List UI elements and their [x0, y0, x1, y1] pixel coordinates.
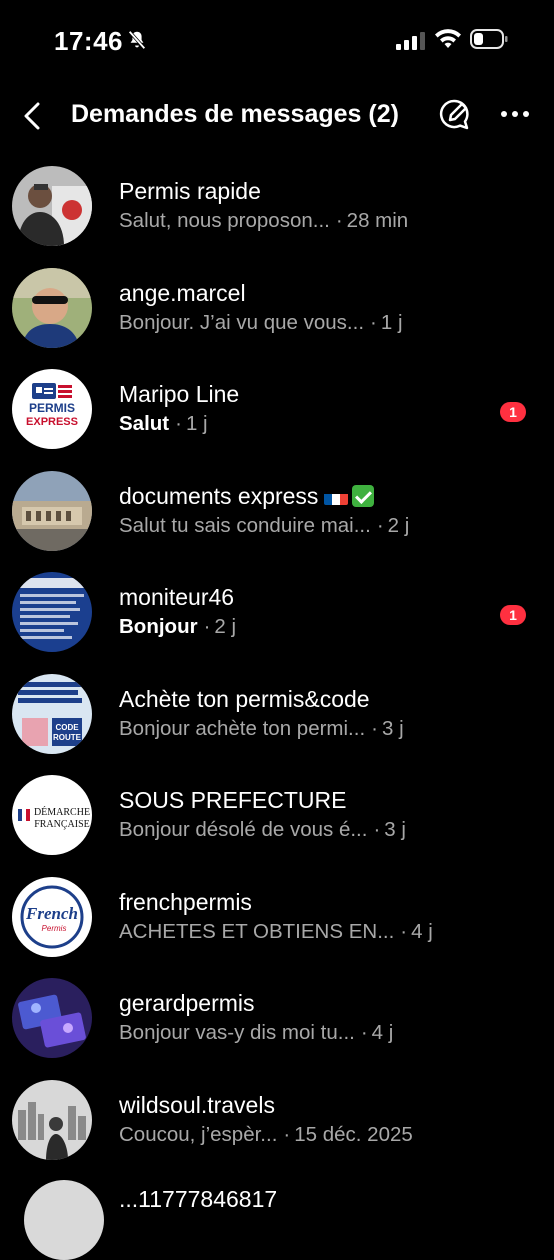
signal-icon [396, 32, 425, 50]
message-preview: ACHETES ET OBTIENS EN... [119, 919, 395, 943]
timestamp: 3 j [384, 818, 406, 841]
avatar [12, 267, 92, 348]
avatar [12, 978, 92, 1058]
france-flag-icon [324, 488, 349, 505]
avatar [12, 166, 92, 246]
request-name: SOUS PREFECTURE [119, 787, 347, 813]
unread-badge: 1 [500, 605, 526, 625]
compose-icon[interactable] [436, 96, 472, 134]
message-requests-list: Permis rapide Salut, nous proposon... · 28… [0, 154, 554, 1169]
avatar-text: Permis [42, 924, 67, 933]
battery-icon [470, 29, 508, 49]
avatar: DÉMARCHE FRANÇAISE [12, 775, 92, 855]
timestamp: 2 j [214, 615, 237, 638]
avatar-text: PERMIS [29, 401, 75, 415]
timestamp: 2 j [387, 513, 410, 537]
message-preview: Bonjour vas-y dis moi tu... [119, 1021, 355, 1044]
avatar-text: EXPRESS [26, 416, 78, 428]
request-name: ange.marcel [119, 279, 246, 306]
request-name: Achète ton permis&code [119, 685, 370, 712]
request-row[interactable]: wildsoul.travels Coucou, j’espèr... · 15 d… [0, 1068, 554, 1170]
request-row[interactable]: ange.marcel Bonjour. J’ai vu que vous...… [0, 256, 554, 358]
avatar [12, 470, 92, 551]
avatar-text: CODE [55, 723, 79, 732]
timestamp: 4 j [371, 1021, 394, 1044]
request-row[interactable]: French Permis frenchpermis ACHETES ET OB… [0, 865, 554, 967]
request-name: moniteur46 [119, 584, 235, 610]
avatar: PERMIS EXPRESS [12, 369, 92, 449]
chevron-left-icon[interactable] [18, 98, 46, 134]
more-icon[interactable] [496, 100, 534, 128]
request-name: frenchpermis [119, 888, 252, 915]
request-name: gerardpermis [119, 990, 255, 1016]
request-row[interactable]: gerardpermis Bonjour vas-y dis moi tu...… [0, 966, 554, 1068]
request-name: wildsoul.travels [119, 1091, 275, 1118]
request-name: documents express [119, 481, 479, 511]
message-preview: Bonjour. J’ai vu que vous... [119, 310, 365, 334]
avatar: CODE ROUTE [12, 673, 92, 754]
status-bar: 17:46 [0, 0, 554, 80]
avatar-text: FRANÇAISE [34, 819, 90, 830]
timestamp: 28 min [346, 209, 409, 232]
message-preview: Coucou, j’espèr... [119, 1122, 278, 1146]
avatar [24, 1180, 104, 1260]
avatar [12, 572, 92, 652]
message-preview: Bonjour achète ton permi... [119, 716, 366, 740]
avatar: French Permis [12, 876, 92, 957]
request-name: Permis rapide [119, 178, 261, 204]
timestamp: 4 j [411, 919, 433, 943]
timestamp: 1 j [380, 310, 403, 334]
wifi-icon [435, 29, 461, 48]
message-preview: Bonjour [119, 615, 198, 638]
message-preview: Salut [119, 412, 170, 435]
request-row[interactable]: moniteur46 Bonjour · 2 j 1 [0, 560, 554, 662]
timestamp: 1 j [185, 412, 208, 435]
message-preview: Bonjour désolé de vous é... [119, 818, 368, 841]
avatar-text: French [25, 904, 78, 923]
check-mark-icon [352, 484, 375, 507]
unread-badge: 1 [500, 402, 526, 422]
message-preview: Salut, nous proposon... [119, 209, 330, 232]
request-row[interactable]: Permis rapide Salut, nous proposon... · 28… [0, 154, 554, 256]
avatar [12, 1079, 92, 1160]
request-row[interactable]: CODE ROUTE Achète ton permis&code Bonjou… [0, 662, 554, 764]
avatar-text: DÉMARCHE [34, 806, 90, 818]
request-row[interactable]: PERMIS EXPRESS Maripo Line Salut · 1 j 1 [0, 357, 554, 459]
request-row[interactable]: documents express Salut tu sais conduire… [0, 459, 554, 561]
timestamp: 15 déc. 2025 [294, 1122, 413, 1146]
header: Demandes de messages (2) [0, 90, 554, 142]
page-title: Demandes de messages (2) [71, 100, 399, 128]
bell-slash-icon [128, 30, 146, 50]
request-name: Maripo Line [119, 381, 240, 407]
timestamp: 3 j [381, 716, 404, 740]
message-preview: Salut tu sais conduire mai... [119, 513, 371, 537]
avatar-text: ROUTE [53, 733, 82, 742]
status-time: 17:46 [54, 26, 123, 56]
request-row[interactable]: DÉMARCHE FRANÇAISE SOUS PREFECTURE Bonjo… [0, 763, 554, 865]
